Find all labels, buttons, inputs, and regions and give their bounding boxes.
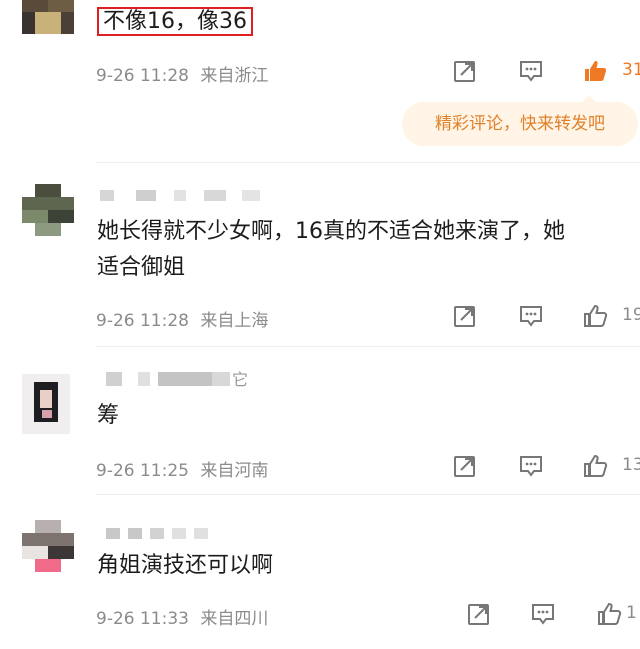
- comment-text: 她长得就不少女啊，16真的不适合她来演了，她 适合御姐: [97, 214, 565, 286]
- comment-actions: 31: [452, 58, 640, 86]
- avatar[interactable]: [22, 184, 74, 236]
- comment-meta: 9-26 11:25 来自河南: [96, 456, 268, 481]
- comment-time: 9-26 11:28: [96, 66, 189, 86]
- username-blurred[interactable]: [100, 190, 270, 212]
- comment-actions: 1: [466, 601, 640, 629]
- comment-meta: 9-26 11:33 来自四川: [96, 604, 268, 629]
- avatar[interactable]: [22, 520, 74, 572]
- username-blurred[interactable]: [100, 372, 250, 394]
- thumbs-up-icon[interactable]: [582, 58, 608, 84]
- comment-icon[interactable]: [530, 601, 556, 627]
- avatar[interactable]: [22, 0, 74, 34]
- comment-meta: 9-26 11:28 来自浙江: [96, 61, 268, 86]
- comment-meta: 9-26 11:28 来自上海: [96, 306, 268, 331]
- divider: [96, 162, 640, 163]
- share-icon[interactable]: [452, 303, 478, 329]
- divider: [96, 494, 640, 495]
- comment-actions: 13: [452, 453, 640, 481]
- comment-actions: 19: [452, 303, 640, 331]
- divider: [96, 346, 640, 347]
- comment-item-2: 她长得就不少女啊，16真的不适合她来演了，她 适合御姐 9-26 11:28 来…: [0, 170, 640, 347]
- thumbs-up-icon[interactable]: [582, 453, 608, 479]
- like-count: 1: [626, 603, 637, 623]
- thumbs-up-icon[interactable]: [582, 303, 608, 329]
- comment-time: 9-26 11:25: [96, 461, 189, 481]
- comment-text: 筹: [97, 403, 120, 428]
- comment-location: 来自上海: [200, 311, 269, 331]
- thumbs-up-icon[interactable]: [596, 601, 622, 627]
- comment-location: 来自浙江: [200, 66, 269, 86]
- like-count: 19: [622, 305, 640, 325]
- comment-text: 不像16，像36: [97, 4, 253, 40]
- comment-text-line: 她长得就不少女啊，16真的不适合她来演了，她: [97, 219, 565, 244]
- comment-item-1: 不像16，像36 9-26 11:28 来自浙江 31 精彩评论，快来转发吧: [0, 0, 640, 163]
- repost-prompt[interactable]: 精彩评论，快来转发吧: [402, 95, 638, 146]
- comment-icon[interactable]: [518, 303, 544, 329]
- comment-item-4: 角姐演技还可以啊 9-26 11:33 来自四川 1: [0, 510, 640, 649]
- comment-icon[interactable]: [518, 453, 544, 479]
- like-count: 13: [622, 455, 640, 475]
- share-icon[interactable]: [466, 601, 492, 627]
- comment-time: 9-26 11:33: [96, 609, 189, 629]
- avatar[interactable]: [22, 374, 70, 434]
- username-blurred[interactable]: [100, 528, 220, 550]
- like-count: 31: [622, 60, 640, 80]
- share-icon[interactable]: [452, 453, 478, 479]
- comment-location: 来自河南: [200, 461, 269, 481]
- highlighted-text: 不像16，像36: [97, 7, 253, 36]
- comment-time: 9-26 11:28: [96, 311, 189, 331]
- comment-text-line: 适合御姐: [97, 255, 186, 280]
- username-fragment: 它: [232, 370, 249, 389]
- comment-text: 角姐演技还可以啊: [97, 553, 274, 578]
- comment-item-3: 它 筹 9-26 11:25 来自河南 13: [0, 360, 640, 495]
- share-icon[interactable]: [452, 58, 478, 84]
- comment-location: 来自四川: [200, 609, 269, 629]
- comment-icon[interactable]: [518, 58, 544, 84]
